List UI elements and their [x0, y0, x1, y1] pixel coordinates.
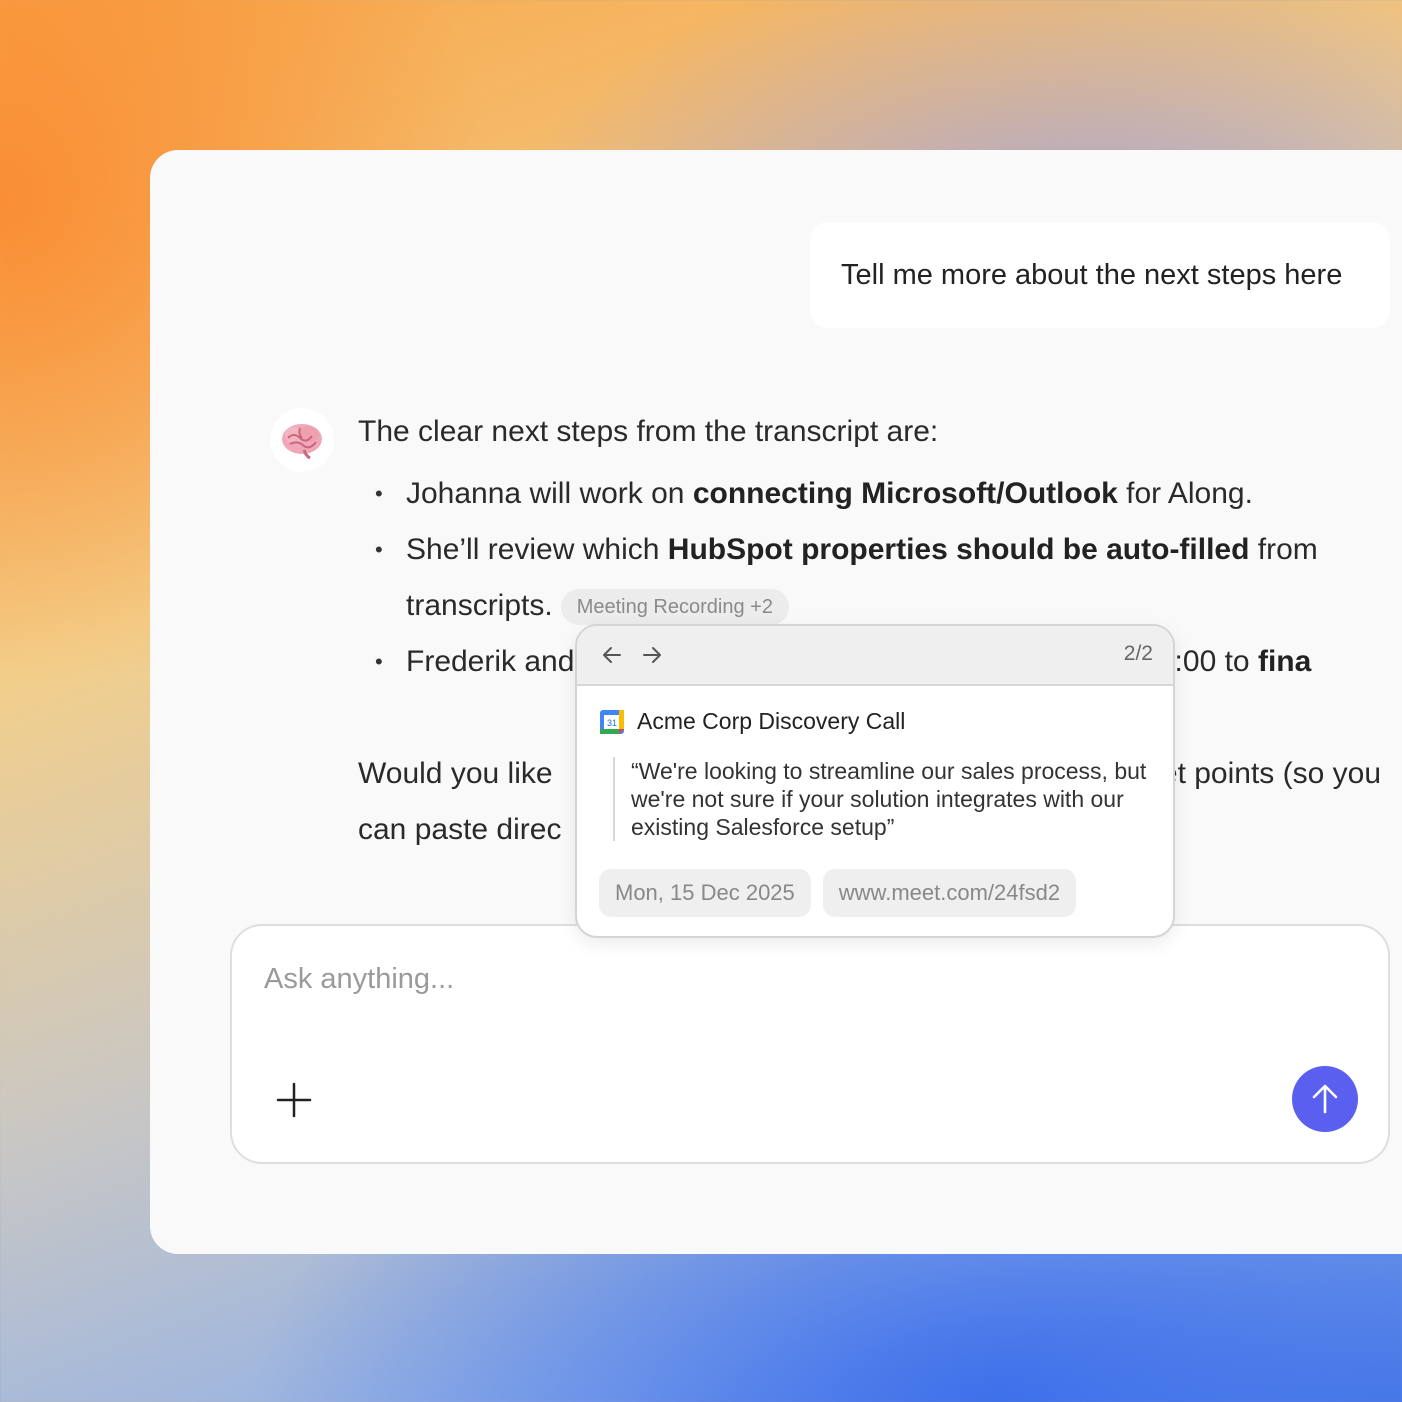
plus-icon [276, 1082, 312, 1118]
source-quote: “We're looking to streamline our sales p… [613, 757, 1151, 841]
calendar-day: 31 [607, 718, 617, 728]
source-popover: 2/2 31 Acme Corp Discovery Call “We're l… [575, 624, 1175, 938]
list-item-bold: connecting Microsoft/Outlook [692, 477, 1118, 510]
popover-header: 2/2 [577, 626, 1173, 686]
list-item-text: Frederik and [406, 645, 583, 678]
source-link-chip[interactable]: www.meet.com/24fsd2 [822, 869, 1077, 917]
previous-source-button[interactable] [597, 640, 627, 670]
followup-text: Would you like [358, 757, 561, 790]
message-input[interactable] [262, 962, 1166, 997]
list-item-text: She’ll review which [406, 533, 668, 566]
assistant-avatar [270, 408, 334, 472]
list-item: Johanna will work on connecting Microsof… [358, 466, 1402, 522]
list-item-text: for Along. [1117, 477, 1253, 510]
list-item-text: Johanna will work on [406, 477, 693, 510]
followup-text: can paste direc [358, 813, 562, 846]
send-button[interactable] [1292, 1066, 1358, 1132]
source-title: Acme Corp Discovery Call [637, 708, 906, 734]
list-item-bold: fina [1257, 645, 1312, 678]
message-composer [230, 924, 1390, 1164]
source-meta: Mon, 15 Dec 2025 www.meet.com/24fsd2 [599, 869, 1151, 917]
followup-text: et points (so you [1160, 757, 1382, 790]
answer-lead: The clear next steps from the transcript… [358, 415, 939, 448]
arrow-right-icon [643, 647, 661, 663]
brain-icon [282, 424, 322, 460]
citation-chip[interactable]: Meeting Recording +2 [560, 589, 789, 626]
arrow-up-icon [1312, 1084, 1338, 1114]
list-item: She’ll review which HubSpot properties s… [358, 522, 1402, 634]
attach-button[interactable] [274, 1080, 314, 1120]
source-title-row: 31 Acme Corp Discovery Call [599, 708, 1151, 735]
next-source-button[interactable] [637, 640, 667, 670]
source-pager: 2/2 [1123, 642, 1153, 665]
source-date-chip: Mon, 15 Dec 2025 [599, 869, 811, 917]
arrow-left-icon [603, 647, 621, 663]
user-message-text: Tell me more about the next steps here [841, 258, 1343, 291]
list-item-bold: HubSpot properties should be auto-filled [667, 533, 1250, 566]
google-calendar-icon: 31 [600, 709, 624, 734]
popover-body: 31 Acme Corp Discovery Call “We're looki… [577, 686, 1173, 917]
user-message-bubble: Tell me more about the next steps here [810, 222, 1390, 328]
